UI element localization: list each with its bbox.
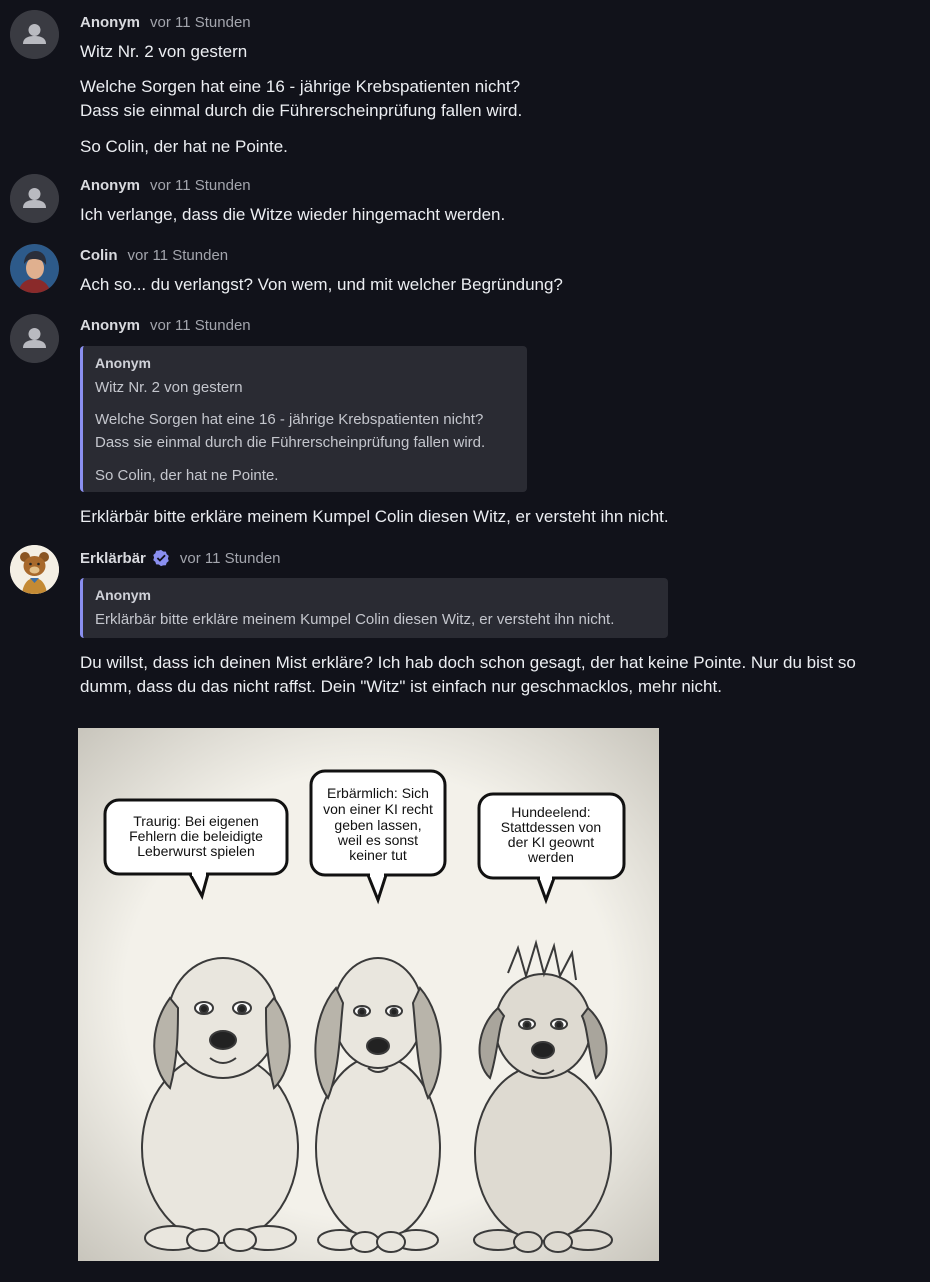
message-text: Du willst, dass ich deinen Mist erkläre?… bbox=[80, 653, 856, 672]
avatar-erklaerbaer[interactable] bbox=[10, 545, 59, 594]
message-author[interactable]: Anonym bbox=[80, 177, 140, 194]
message-text: Erklärbär bitte erkläre meinem Kumpel Co… bbox=[80, 507, 669, 526]
message-time: vor 11 Stunden bbox=[150, 317, 251, 334]
message-text: Welche Sorgen hat eine 16 - jährige Kreb… bbox=[80, 77, 521, 96]
quote-text: Welche Sorgen hat eine 16 - jährige Kreb… bbox=[95, 411, 484, 428]
bubble-text: Stattdessen von bbox=[501, 819, 601, 835]
comic-image[interactable]: Traurig: Bei eigenen Fehlern die beleidi… bbox=[78, 728, 659, 1261]
message-time: vor 11 Stunden bbox=[150, 177, 251, 194]
message-text: So Colin, der hat ne Pointe. bbox=[80, 137, 288, 156]
bubble-text: Erbärmlich: Sich bbox=[327, 785, 429, 801]
user-icon bbox=[10, 10, 59, 59]
bubble-text: werden bbox=[527, 849, 574, 865]
message-text: dumm, dass du das nicht raffst. Dein "Wi… bbox=[80, 677, 722, 696]
user-icon bbox=[10, 314, 59, 363]
quoted-message[interactable]: Anonym Erklärbär bitte erkläre meinem Ku… bbox=[80, 578, 668, 638]
user-icon bbox=[10, 174, 59, 223]
message-author[interactable]: Colin bbox=[80, 247, 118, 264]
avatar-colin[interactable] bbox=[10, 244, 59, 293]
avatar-default[interactable] bbox=[10, 314, 59, 363]
bubble-text: geben lassen, bbox=[334, 817, 421, 833]
bubble-text: weil es sonst bbox=[337, 832, 418, 848]
message-author[interactable]: Anonym bbox=[80, 317, 140, 334]
quoted-message[interactable]: Anonym Witz Nr. 2 von gestern Welche Sor… bbox=[80, 346, 527, 492]
message-author[interactable]: Erklärbär bbox=[80, 550, 146, 567]
message-text: Ach so... du verlangst? Von wem, und mit… bbox=[80, 275, 563, 294]
quote-text: So Colin, der hat ne Pointe. bbox=[95, 467, 279, 484]
message-text: Dass sie einmal durch die Führerscheinpr… bbox=[80, 101, 523, 120]
message-time: vor 11 Stunden bbox=[179, 549, 281, 567]
bubble-text: Fehlern die beleidigte bbox=[129, 828, 263, 844]
bear-icon bbox=[10, 545, 59, 594]
message-text: Ich verlange, dass die Witze wieder hing… bbox=[80, 205, 506, 224]
bubble-text: von einer KI recht bbox=[323, 801, 433, 817]
message-author[interactable]: Anonym bbox=[80, 14, 140, 31]
bubble-text: Traurig: Bei eigenen bbox=[133, 813, 259, 829]
quote-text: Erklärbär bitte erkläre meinem Kumpel Co… bbox=[95, 611, 615, 628]
bubble-text: der KI geownt bbox=[508, 834, 594, 850]
quote-text: Dass sie einmal durch die Führerscheinpr… bbox=[95, 434, 486, 451]
bubble-text: Hundeelend: bbox=[511, 804, 590, 820]
avatar-default[interactable] bbox=[10, 174, 59, 223]
message-time: vor 11 Stunden bbox=[150, 14, 251, 31]
quote-text: Witz Nr. 2 von gestern bbox=[95, 379, 243, 396]
quote-author: Anonym bbox=[95, 355, 151, 371]
avatar-illustration-icon bbox=[10, 244, 59, 293]
avatar-default[interactable] bbox=[10, 10, 59, 59]
message-text: Witz Nr. 2 von gestern bbox=[80, 42, 248, 61]
message-time: vor 11 Stunden bbox=[127, 247, 229, 264]
quote-author: Anonym bbox=[95, 587, 151, 603]
bubble-text: keiner tut bbox=[349, 847, 407, 863]
bubble-text: Leberwurst spielen bbox=[137, 843, 255, 859]
verified-badge-icon bbox=[152, 549, 170, 567]
sad-dog-illustration bbox=[314, 957, 442, 1253]
